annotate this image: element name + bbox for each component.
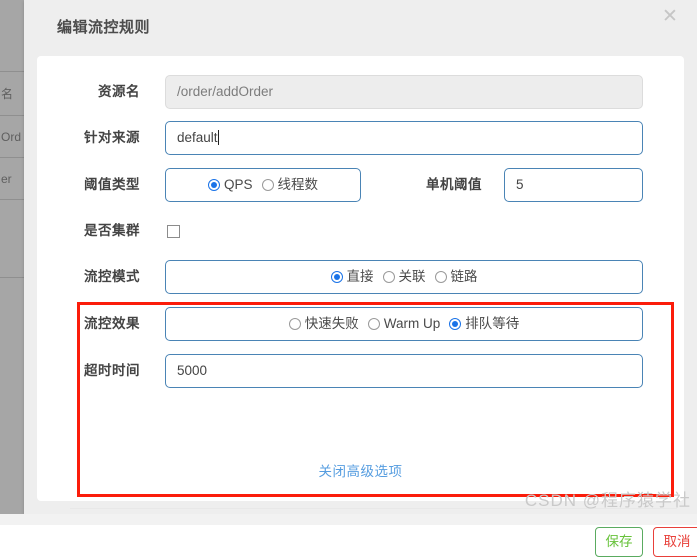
toggle-advanced-options-link[interactable]: 关闭高级选项 [37,460,684,480]
timeout-input[interactable]: 5000 [165,354,643,388]
form-row-resource: 资源名 /order/addOrder [37,75,684,109]
radio-dot-icon [382,271,395,283]
radio-label: 快速失败 [304,316,359,331]
form-row-flow-mode: 流控模式 直接 关联 链路 [37,260,684,294]
radio-dot-icon [367,318,380,330]
threshold-type-radio-group[interactable]: QPS 线程数 [165,168,361,202]
table-cell: 名 [1,86,14,101]
radio-label: 线程数 [277,177,319,192]
radio-dot-icon [207,179,220,191]
radio-threshold-qps[interactable]: QPS [207,169,253,201]
edit-flow-rule-dialog: 编辑流控规则 ✕ 资源名 /order/addOrder 针对来源 defaul… [24,0,697,557]
label-timeout: 超时时间 [84,363,140,378]
label-is-cluster: 是否集群 [84,223,140,238]
radio-dot-icon [288,318,301,330]
dialog-body: 资源名 /order/addOrder 针对来源 default 阈值类型 QP… [37,56,697,557]
radio-dot-icon [434,271,447,283]
radio-dot-icon [449,318,462,330]
radio-threshold-threads[interactable]: 线程数 [261,169,319,201]
label-source: 针对来源 [84,130,140,145]
radio-dot-icon [261,179,274,191]
dialog-header: 编辑流控规则 ✕ [24,0,697,56]
resource-name-input: /order/addOrder [165,75,643,109]
radio-label: 直接 [346,269,374,284]
flow-mode-radio-group[interactable]: 直接 关联 链路 [165,260,643,294]
close-icon[interactable]: ✕ [657,4,683,30]
label-flow-effect: 流控效果 [84,316,140,331]
radio-label: Warm Up [383,316,441,331]
page-title: 编辑流控规则 [57,19,151,36]
single-threshold-input[interactable]: 5 [504,168,643,202]
table-cell: Ord [1,129,22,144]
radio-flow-mode-chain[interactable]: 链路 [434,261,478,293]
watermark: CSDN @程序猿学社 [524,491,691,510]
radio-label: 链路 [450,269,478,284]
is-cluster-checkbox[interactable] [167,225,180,238]
save-button[interactable]: 保存 [595,527,643,557]
radio-flow-mode-associated[interactable]: 关联 [382,261,426,293]
label-flow-mode: 流控模式 [84,269,140,284]
radio-label: 排队等待 [465,316,520,331]
radio-flow-mode-direct[interactable]: 直接 [330,261,374,293]
radio-flow-effect-queue[interactable]: 排队等待 [449,308,519,340]
label-single-threshold: 单机阈值 [426,177,482,192]
cancel-button[interactable]: 取消 [653,527,697,557]
form-row-cluster: 是否集群 [37,214,684,248]
source-input-value: default [177,130,218,145]
form-row-source: 针对来源 default [37,121,684,155]
table-cell: er [1,171,12,186]
radio-flow-effect-warm-up[interactable]: Warm Up [367,308,441,340]
source-input[interactable]: default [165,121,643,155]
flow-effect-radio-group[interactable]: 快速失败 Warm Up 排队等待 [165,307,643,341]
text-cursor [217,130,219,145]
radio-dot-icon [330,271,343,283]
form-row-threshold: 阈值类型 QPS 线程数 单机阈值 5 [37,168,684,202]
label-threshold-type: 阈值类型 [84,177,140,192]
radio-label: QPS [223,177,253,192]
bottom-strip [0,514,697,525]
radio-label: 关联 [398,269,426,284]
form-row-timeout: 超时时间 5000 [37,354,684,388]
form-row-flow-effect: 流控效果 快速失败 Warm Up 排队等待 [37,307,684,341]
radio-flow-effect-fast-fail[interactable]: 快速失败 [288,308,359,340]
label-resource: 资源名 [98,84,140,99]
